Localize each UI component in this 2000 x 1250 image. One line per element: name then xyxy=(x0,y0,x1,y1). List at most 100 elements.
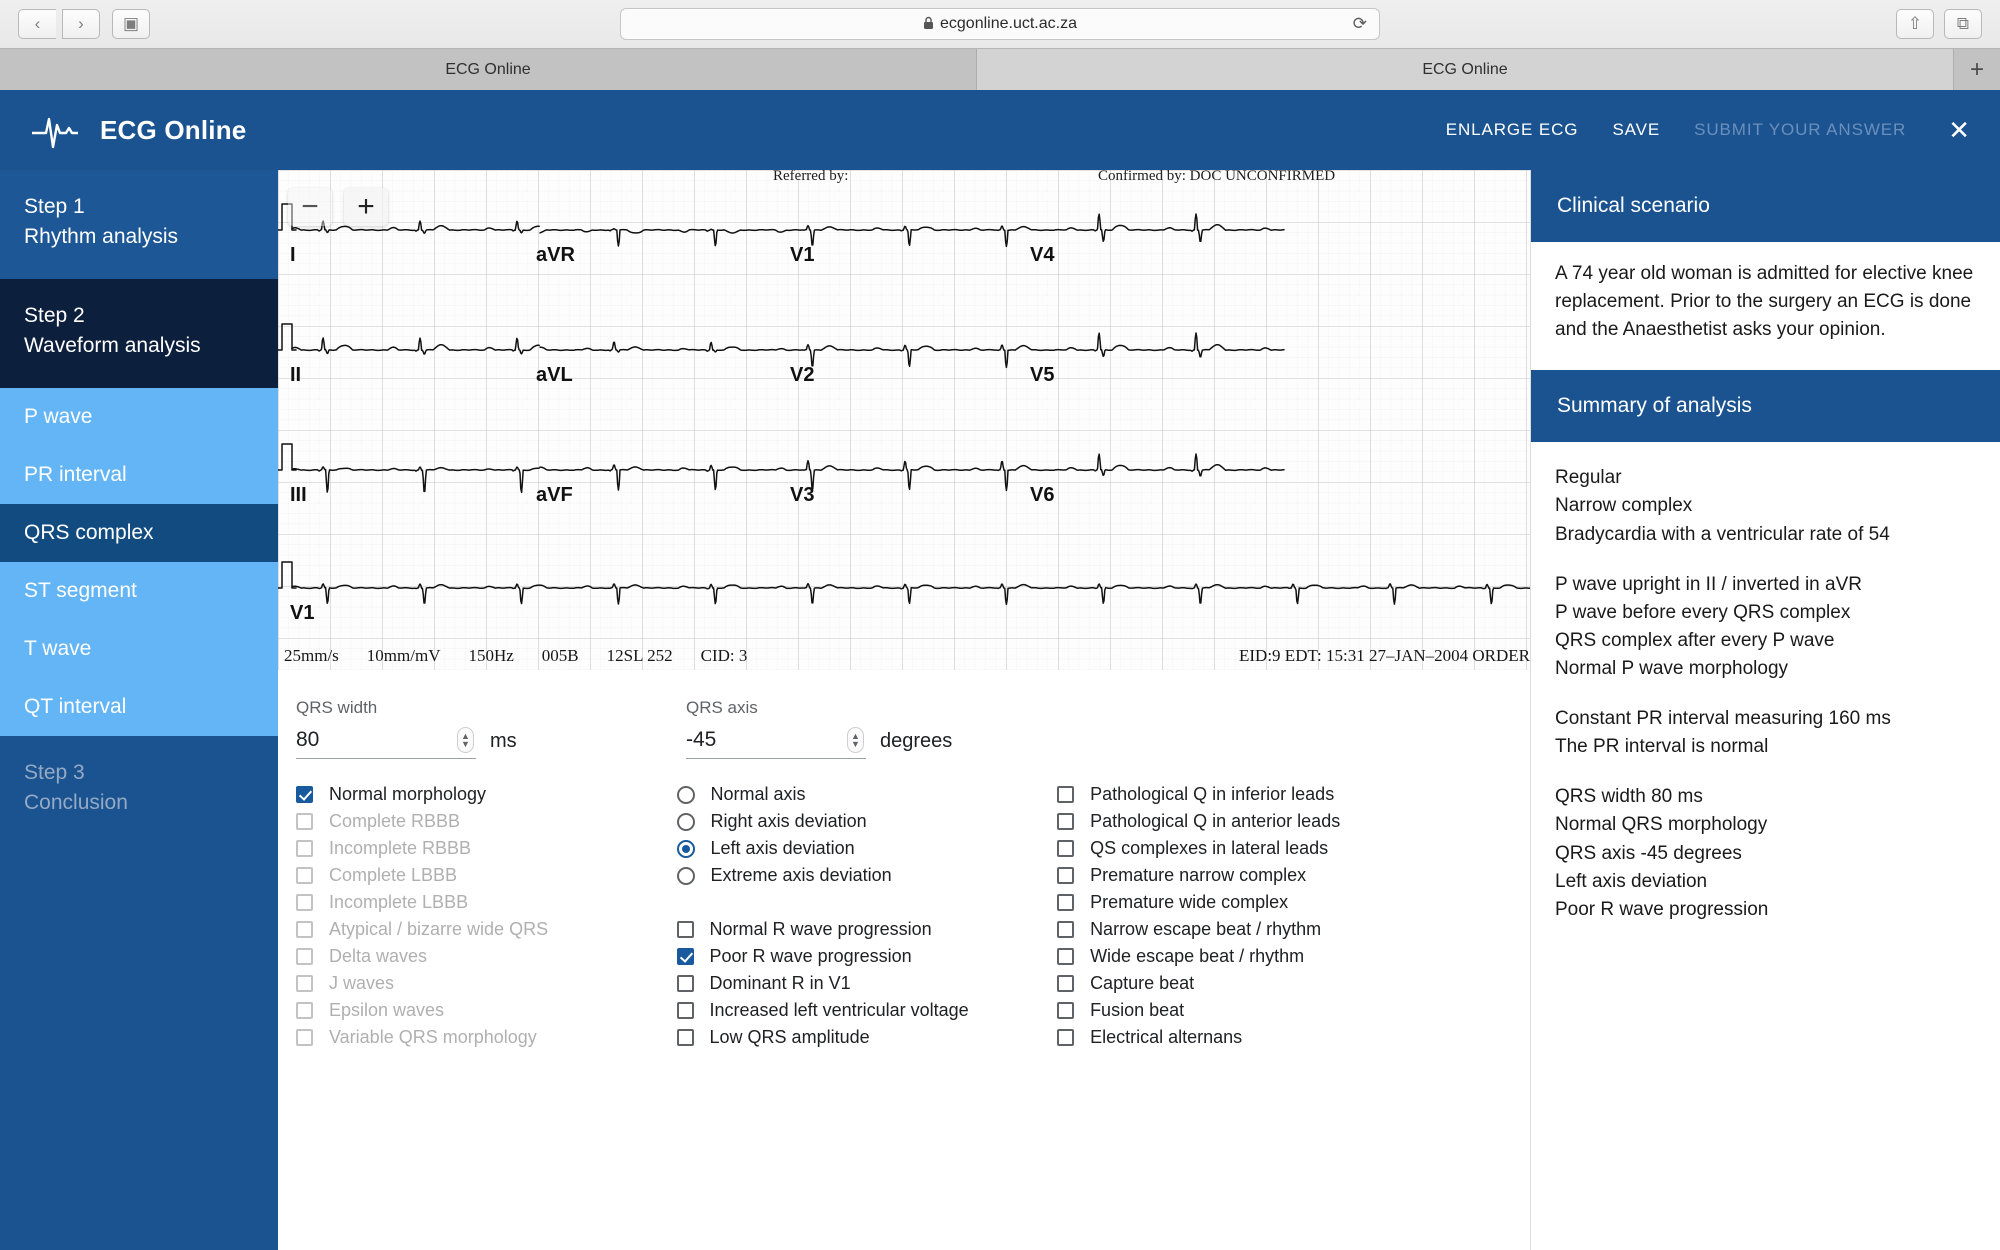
qrs-morphology-option-complete-rbbb[interactable]: Complete RBBB xyxy=(296,808,632,835)
sidebar-step-1[interactable]: Step 1 Rhythm analysis xyxy=(0,170,278,279)
ecg-footer-metadata: 25mm/s 10mm/mV 150Hz 005B 12SL 252 CID: … xyxy=(278,646,1530,668)
tab-overview-button[interactable]: ⧉ xyxy=(1944,9,1982,39)
qrs-morphology-option-epsilon-waves[interactable]: Epsilon waves xyxy=(296,997,632,1024)
rwave-option-dominant-r-in-v1[interactable]: Dominant R in V1 xyxy=(676,970,1013,997)
pathology-option-capture-beat[interactable]: Capture beat xyxy=(1057,970,1485,997)
qrs-axis-option-extreme-axis-deviation[interactable]: Extreme axis deviation xyxy=(676,862,1013,889)
checkbox-icon[interactable] xyxy=(296,948,313,965)
checkbox-icon[interactable] xyxy=(1057,813,1075,830)
pathology-option-narrow-escape-beat-rhythm[interactable]: Narrow escape beat / rhythm xyxy=(1057,916,1485,943)
rwave-option-increased-left-ventricular-voltage[interactable]: Increased left ventricular voltage xyxy=(676,997,1013,1024)
pathology-option-qs-complexes-in-lateral-leads[interactable]: QS complexes in lateral leads xyxy=(1057,835,1485,862)
pathology-option-electrical-alternans[interactable]: Electrical alternans xyxy=(1057,1024,1485,1051)
option-label: Fusion beat xyxy=(1090,1000,1185,1020)
checkbox-icon[interactable] xyxy=(296,1029,313,1046)
checkbox-icon[interactable] xyxy=(296,894,313,911)
checkbox-icon[interactable] xyxy=(1057,840,1075,857)
sidebar-item-pr-interval[interactable]: PR interval xyxy=(0,445,278,504)
checkbox-icon[interactable] xyxy=(296,1002,313,1019)
pathology-option-premature-wide-complex[interactable]: Premature wide complex xyxy=(1057,889,1485,916)
chevron-down-icon: ▼ xyxy=(461,739,470,749)
summary-line: QRS axis -45 degrees xyxy=(1555,842,1742,864)
checkbox-icon[interactable] xyxy=(296,975,313,992)
qrs-axis-option-normal-axis[interactable]: Normal axis xyxy=(676,781,1013,808)
back-button[interactable]: ‹ xyxy=(18,9,56,39)
toggle-sidebar-button[interactable]: ▣ xyxy=(112,9,150,39)
sidebar-item-p-wave[interactable]: P wave xyxy=(0,387,278,446)
summary-line: Constant PR interval measuring 160 ms xyxy=(1555,708,1891,730)
qrs-axis-option-left-axis-deviation[interactable]: Left axis deviation xyxy=(676,835,1013,862)
ecg-viewer[interactable]: Referred by: Confirmed by: DOC UNCONFIRM… xyxy=(278,170,1530,670)
radio-icon[interactable] xyxy=(676,866,695,885)
qrs-axis-stepper[interactable]: ▲ ▼ xyxy=(847,727,864,753)
sidebar-item-t-wave[interactable]: T wave xyxy=(0,619,278,678)
qrs-morphology-option-normal-morphology[interactable]: Normal morphology xyxy=(296,781,632,808)
qrs-morphology-option-incomplete-lbbb[interactable]: Incomplete LBBB xyxy=(296,889,632,916)
checkbox-icon[interactable] xyxy=(1057,948,1075,965)
qrs-morphology-option-complete-lbbb[interactable]: Complete LBBB xyxy=(296,862,632,889)
sidebar-item-st-segment[interactable]: ST segment xyxy=(0,561,278,620)
sidebar-item-qrs-complex[interactable]: QRS complex xyxy=(0,503,278,562)
checkbox-icon[interactable] xyxy=(676,1002,694,1019)
save-button[interactable]: SAVE xyxy=(1612,120,1660,140)
rwave-option-normal-r-wave-progression[interactable]: Normal R wave progression xyxy=(676,916,1013,943)
checkbox-icon[interactable] xyxy=(1057,921,1075,938)
checkbox-icon[interactable] xyxy=(676,921,694,938)
radio-icon[interactable] xyxy=(676,785,695,804)
option-label: QS complexes in lateral leads xyxy=(1090,838,1329,858)
rwave-option-low-qrs-amplitude[interactable]: Low QRS amplitude xyxy=(676,1024,1013,1051)
pathology-option-fusion-beat[interactable]: Fusion beat xyxy=(1057,997,1485,1024)
ecg-lead-label-aVR: aVR xyxy=(536,244,575,266)
reload-icon[interactable]: ⟳ xyxy=(1353,14,1367,34)
pathology-option-pathological-q-in-anterior-leads[interactable]: Pathological Q in anterior leads xyxy=(1057,808,1485,835)
checkbox-icon[interactable] xyxy=(1057,975,1075,992)
checkbox-icon[interactable] xyxy=(296,840,313,857)
ecg-confirmed-by: Confirmed by: DOC UNCONFIRMED xyxy=(1098,170,1336,184)
zoom-out-button[interactable]: − xyxy=(288,188,332,226)
qrs-axis-label: QRS axis xyxy=(686,698,758,717)
enlarge-ecg-button[interactable]: ENLARGE ECG xyxy=(1446,120,1579,140)
qrs-width-stepper[interactable]: ▲ ▼ xyxy=(457,727,474,753)
browser-tab-2[interactable]: ECG Online xyxy=(977,49,1954,90)
checkbox-icon[interactable] xyxy=(296,813,313,830)
new-tab-button[interactable]: + xyxy=(1954,49,2000,90)
qrs-morphology-option-variable-qrs-morphology[interactable]: Variable QRS morphology xyxy=(296,1024,632,1051)
qrs-axis-option-right-axis-deviation[interactable]: Right axis deviation xyxy=(676,808,1013,835)
browser-tab-1[interactable]: ECG Online xyxy=(0,49,977,90)
checkbox-icon[interactable] xyxy=(676,975,694,992)
checkbox-icon[interactable] xyxy=(1057,894,1075,911)
zoom-in-button[interactable]: + xyxy=(344,188,388,226)
checkbox-icon[interactable] xyxy=(1057,786,1075,803)
checkbox-icon[interactable] xyxy=(676,1029,694,1046)
qrs-width-input[interactable] xyxy=(296,728,436,752)
checkbox-icon[interactable] xyxy=(296,867,313,884)
submit-answer-button[interactable]: SUBMIT YOUR ANSWER xyxy=(1694,120,1906,140)
summary-line: P wave before every QRS complex xyxy=(1555,601,1851,623)
qrs-morphology-option-j-waves[interactable]: J waves xyxy=(296,970,632,997)
rwave-option-poor-r-wave-progression[interactable]: Poor R wave progression xyxy=(676,943,1013,970)
radio-icon[interactable] xyxy=(676,839,695,858)
address-bar[interactable]: ecgonline.uct.ac.za ⟳ xyxy=(620,8,1380,40)
summary-of-analysis-text: Regular Narrow complex Bradycardia with a … xyxy=(1531,442,2000,950)
checkbox-icon[interactable] xyxy=(1057,1002,1075,1019)
checkbox-icon[interactable] xyxy=(296,786,313,803)
qrs-morphology-option-atypical-bizarre-wide-qrs[interactable]: Atypical / bizarre wide QRS xyxy=(296,916,632,943)
qrs-morphology-option-delta-waves[interactable]: Delta waves xyxy=(296,943,632,970)
checkbox-icon[interactable] xyxy=(296,921,313,938)
qrs-axis-input[interactable] xyxy=(686,728,826,752)
close-icon[interactable]: ✕ xyxy=(1948,117,1970,143)
pathology-option-premature-narrow-complex[interactable]: Premature narrow complex xyxy=(1057,862,1485,889)
pathology-option-wide-escape-beat-rhythm[interactable]: Wide escape beat / rhythm xyxy=(1057,943,1485,970)
qrs-morphology-option-incomplete-rbbb[interactable]: Incomplete RBBB xyxy=(296,835,632,862)
pathology-option-pathological-q-in-inferior-leads[interactable]: Pathological Q in inferior leads xyxy=(1057,781,1485,808)
ecg-waveform-logo xyxy=(30,107,80,153)
forward-button[interactable]: › xyxy=(62,9,100,39)
radio-icon[interactable] xyxy=(676,812,695,831)
share-button[interactable]: ⇧ xyxy=(1896,9,1934,39)
checkbox-icon[interactable] xyxy=(1057,1029,1075,1046)
sidebar-item-qt-interval[interactable]: QT interval xyxy=(0,677,278,736)
checkbox-icon[interactable] xyxy=(676,948,694,965)
sidebar-step-2[interactable]: Step 2 Waveform analysis xyxy=(0,278,278,388)
sidebar-step-3[interactable]: Step 3 Conclusion xyxy=(0,735,278,845)
checkbox-icon[interactable] xyxy=(1057,867,1075,884)
